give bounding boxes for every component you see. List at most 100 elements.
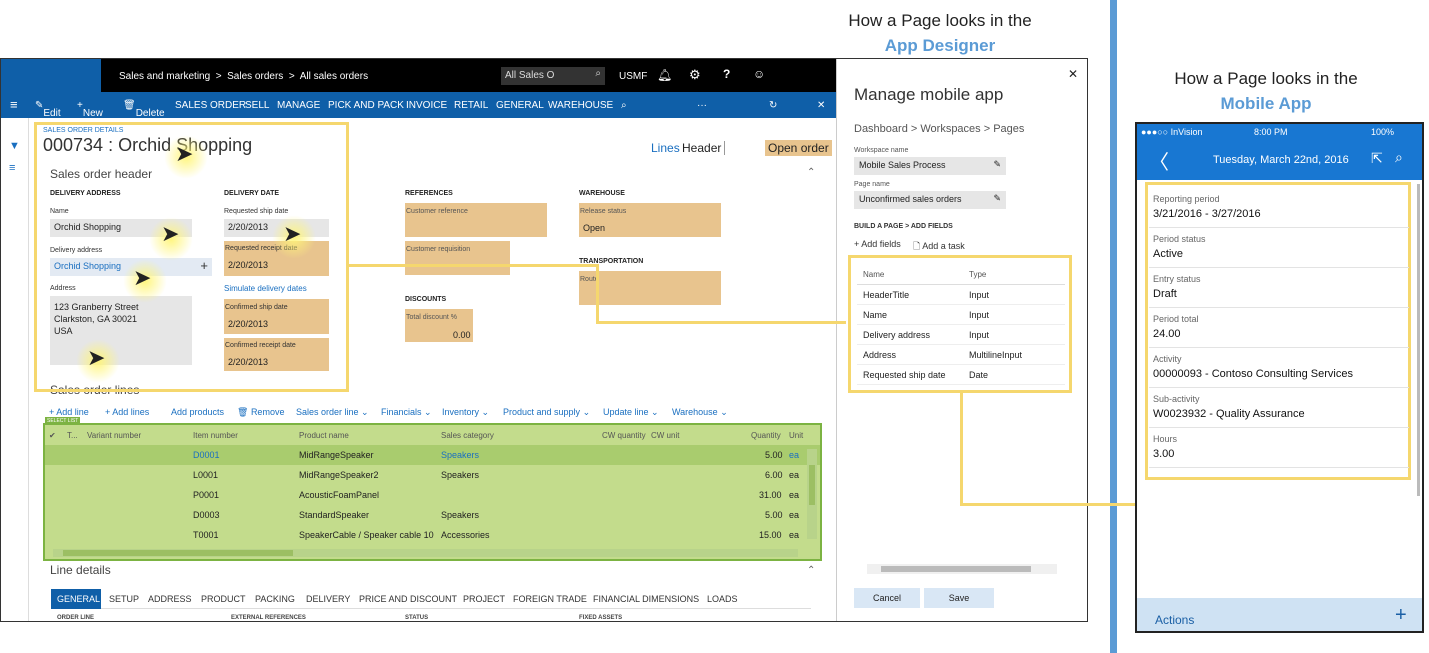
delete-button[interactable]: 🗑︎ Delete	[123, 100, 165, 119]
gear-icon[interactable]: ⚙	[689, 67, 701, 83]
warehouse-menu[interactable]: Warehouse ⌄	[672, 407, 728, 418]
table-row[interactable]: T0001 SpeakerCable / Speaker cable 10 Ac…	[45, 525, 820, 545]
edit-icon[interactable]: ✎	[993, 193, 1001, 204]
add-products-button[interactable]: Add products	[171, 407, 224, 417]
search-icon[interactable]: ⌕	[621, 100, 627, 111]
table-row[interactable]: D0003 StandardSpeaker Speakers 5.00 ea	[45, 505, 820, 525]
list-icon[interactable]: ≡	[9, 162, 15, 174]
view-lines-link[interactable]: Lines	[651, 141, 680, 155]
tab-sales-order[interactable]: SALES ORDER	[175, 100, 246, 111]
grid-horizontal-scrollbar[interactable]	[53, 549, 798, 557]
add-lines-button[interactable]: + Add lines	[105, 407, 149, 417]
search-icon: ⌕	[595, 68, 601, 79]
tab-general[interactable]: GENERAL	[57, 594, 100, 604]
tab-address[interactable]: ADDRESS	[148, 594, 192, 604]
breadcrumb-item[interactable]: Sales orders	[227, 71, 283, 82]
tab-financial-dimensions[interactable]: FINANCIAL DIMENSIONS	[593, 594, 699, 604]
designer-caption-line2: App Designer	[884, 36, 996, 55]
tab-packing[interactable]: PACKING	[255, 594, 295, 604]
mobile-header: 〈 Tuesday, March 22nd, 2016 ⇱ ⌕	[1137, 140, 1422, 180]
tag-icon[interactable]: ⌕	[1395, 149, 1403, 166]
smiley-icon[interactable]: ☺	[753, 67, 765, 81]
sales-order-line-menu[interactable]: Sales order line ⌄	[296, 407, 369, 418]
tab-sell[interactable]: SELL	[245, 100, 269, 111]
route-field[interactable]	[579, 271, 721, 305]
list-item[interactable]: Reporting period 3/21/2016 - 3/27/2016	[1149, 188, 1409, 228]
list-item[interactable]: Period total 24.00	[1149, 308, 1409, 348]
edit-icon[interactable]: ✎	[993, 159, 1001, 170]
mobile-scrollbar[interactable]	[1417, 184, 1420, 496]
cursor-icon: ➤	[283, 221, 302, 246]
cancel-button[interactable]: Cancel	[854, 588, 920, 608]
save-button[interactable]: Save	[924, 588, 994, 608]
cursor-icon: ➤	[87, 345, 106, 370]
breadcrumb-item[interactable]: Sales and marketing	[119, 71, 210, 82]
add-fields-button[interactable]: + Add fields	[854, 239, 901, 249]
menu-icon[interactable]: ≡	[10, 97, 18, 112]
new-button[interactable]: + New	[77, 100, 103, 119]
tab-invoice[interactable]: INVOICE	[406, 100, 447, 111]
grid-vertical-scrollbar[interactable]	[807, 449, 817, 539]
edit-button[interactable]: ✎ Edit	[35, 100, 61, 119]
tab-retail[interactable]: RETAIL	[454, 100, 488, 111]
breadcrumb-item[interactable]: All sales orders	[300, 71, 368, 82]
tab-warehouse[interactable]: WAREHOUSE	[548, 100, 613, 111]
build-caption: BUILD A PAGE > ADD FIELDS	[854, 223, 953, 230]
add-line-button[interactable]: + Add line	[49, 407, 89, 417]
tab-setup[interactable]: SETUP	[109, 594, 139, 604]
tab-foreign-trade[interactable]: FOREIGN TRADE	[513, 594, 587, 604]
designer-breadcrumb[interactable]: Dashboard > Workspaces > Pages	[854, 123, 1024, 135]
share-icon[interactable]: ⇱	[1371, 150, 1383, 167]
tab-loads[interactable]: LOADS	[707, 594, 738, 604]
tab-price-and-discount[interactable]: PRICE AND DISCOUNT	[359, 594, 457, 604]
list-item[interactable]: Activity 00000093 - Contoso Consulting Se…	[1149, 348, 1409, 388]
list-item[interactable]: Entry status Draft	[1149, 268, 1409, 308]
page-name-label: Page name	[854, 181, 890, 188]
collapse-icon[interactable]: ⌃	[807, 565, 815, 576]
connector-line	[960, 392, 963, 506]
line-details-title[interactable]: Line details	[50, 563, 111, 577]
tab-product[interactable]: PRODUCT	[201, 594, 246, 604]
list-item[interactable]: Period status Active	[1149, 228, 1409, 268]
help-icon[interactable]: ?	[723, 67, 730, 81]
tab-general[interactable]: GENERAL	[496, 100, 544, 111]
close-icon[interactable]: ✕	[1068, 67, 1078, 81]
back-icon[interactable]: 〈	[1149, 146, 1169, 175]
remove-button[interactable]: 🗑︎ Remove	[237, 407, 284, 418]
more-icon[interactable]: ···	[697, 100, 707, 111]
add-task-button[interactable]: 🗋︎ Add a task	[913, 239, 965, 255]
inventory-menu[interactable]: Inventory ⌄	[442, 407, 489, 418]
list-item[interactable]: Sub-activity W0023932 - Quality Assurance	[1149, 388, 1409, 428]
table-row[interactable]: P0001 AcousticFoamPanel 31.00 ea	[45, 485, 820, 505]
bell-icon[interactable]: 🔔︎	[657, 68, 672, 82]
actions-bar[interactable]: Actions +	[1137, 598, 1422, 631]
tab-pick-and-pack[interactable]: PICK AND PACK	[328, 100, 404, 111]
total-discount-value: 0.00	[453, 330, 471, 340]
connector-line	[596, 321, 846, 324]
table-row[interactable]: L0001 MidRangeSpeaker2 Speakers 6.00 ea	[45, 465, 820, 485]
update-line-menu[interactable]: Update line ⌄	[603, 407, 659, 418]
company-picker[interactable]: USMF	[619, 71, 647, 82]
release-status-value: Open	[583, 223, 606, 233]
designer-horizontal-scrollbar[interactable]	[867, 564, 1057, 574]
product-and-supply-menu[interactable]: Product and supply ⌄	[503, 407, 590, 418]
table-row[interactable]: D0001 MidRangeSpeaker Speakers 5.00 ea	[45, 445, 820, 465]
tab-delivery[interactable]: DELIVERY	[306, 594, 350, 604]
filter-icon[interactable]: ▼	[9, 140, 20, 152]
select-all-checkbox[interactable]: ✔	[49, 431, 56, 440]
page-name-field[interactable]: Unconfirmed sales orders ✎	[854, 191, 1006, 209]
refresh-icon[interactable]: ↻	[769, 100, 777, 111]
workspace-field[interactable]: Mobile Sales Process ✎	[854, 157, 1006, 175]
mobile-caption-line2: Mobile App	[1220, 94, 1312, 113]
collapse-icon[interactable]: ⌃	[807, 167, 815, 178]
add-icon[interactable]: +	[1395, 604, 1407, 627]
detail-tabs: GENERAL SETUP ADDRESS PRODUCT PACKING DE…	[51, 589, 811, 609]
tab-manage[interactable]: MANAGE	[277, 100, 320, 111]
tab-project[interactable]: PROJECT	[463, 594, 505, 604]
list-item[interactable]: Hours 3.00	[1149, 428, 1409, 468]
view-header-link[interactable]: Header	[682, 141, 726, 155]
global-search-input[interactable]: All Sales O ⌕	[501, 67, 605, 85]
close-icon[interactable]: ✕	[817, 100, 825, 111]
financials-menu[interactable]: Financials ⌄	[381, 407, 432, 418]
warehouse-group: WAREHOUSE	[579, 190, 625, 197]
